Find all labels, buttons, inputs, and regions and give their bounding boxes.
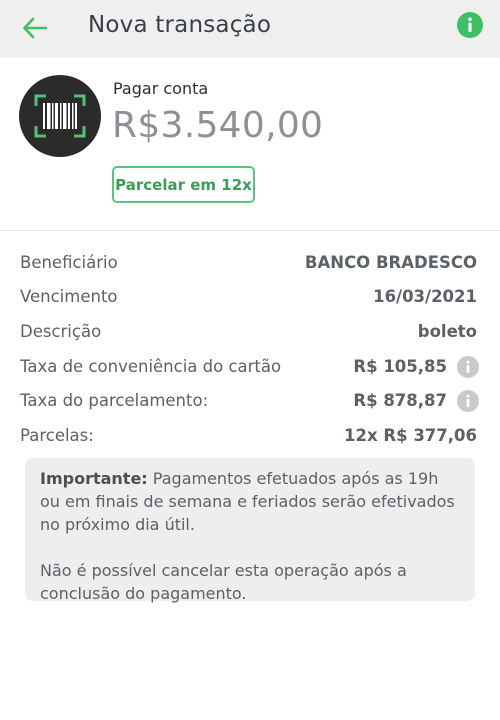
detail-row-due-date: Vencimento 16/03/2021 [0, 282, 500, 312]
detail-label: Descrição [20, 322, 102, 341]
detail-value: 16/03/2021 [373, 287, 477, 306]
detail-row-installments: Parcelas: 12x R$ 377,06 [0, 421, 500, 451]
detail-label: Parcelas: [20, 426, 94, 445]
detail-label: Taxa de conveniência do cartão [20, 357, 282, 376]
info-icon [468, 17, 472, 33]
payment-summary: Pagar conta R$3.540,00 Parcelar em 12x [0, 58, 500, 231]
detail-value: R$ 105,85 [353, 357, 447, 376]
notice-paragraph: Importante: Pagamentos efetuados após as… [40, 467, 463, 536]
detail-label: Vencimento [20, 287, 118, 306]
detail-row-convenience-fee: Taxa de conveniência do cartão R$ 105,85 [0, 352, 500, 382]
back-button[interactable] [18, 11, 52, 45]
payment-type-label: Pagar conta [113, 79, 209, 98]
detail-row-beneficiary: Beneficiário BANCO BRADESCO [0, 248, 500, 278]
detail-value: boleto [417, 322, 477, 341]
detail-row-description: Descrição boleto [0, 317, 500, 347]
detail-row-installment-fee: Taxa do parcelamento: R$ 878,87 [0, 386, 500, 416]
info-button[interactable] [457, 12, 483, 38]
app-bar: Nova transação [0, 0, 500, 58]
page-title: Nova transação [88, 12, 272, 38]
barcode-scan-icon [19, 75, 101, 157]
detail-value: R$ 878,87 [353, 391, 447, 410]
arrow-left-icon [23, 17, 48, 39]
info-icon[interactable] [457, 356, 479, 378]
detail-label: Taxa do parcelamento: [20, 391, 209, 410]
notice-paragraph-2: Não é possível cancelar esta operação ap… [40, 561, 407, 603]
info-icon[interactable] [457, 390, 479, 412]
notice-heading: Importante: [40, 469, 148, 488]
detail-label: Beneficiário [20, 253, 118, 272]
installment-button[interactable]: Parcelar em 12x [112, 166, 255, 203]
important-notice: Importante: Pagamentos efetuados após as… [25, 458, 475, 603]
detail-value: 12x R$ 377,06 [344, 426, 477, 445]
detail-value: BANCO BRADESCO [304, 253, 477, 272]
payment-amount: R$3.540,00 [112, 105, 324, 146]
